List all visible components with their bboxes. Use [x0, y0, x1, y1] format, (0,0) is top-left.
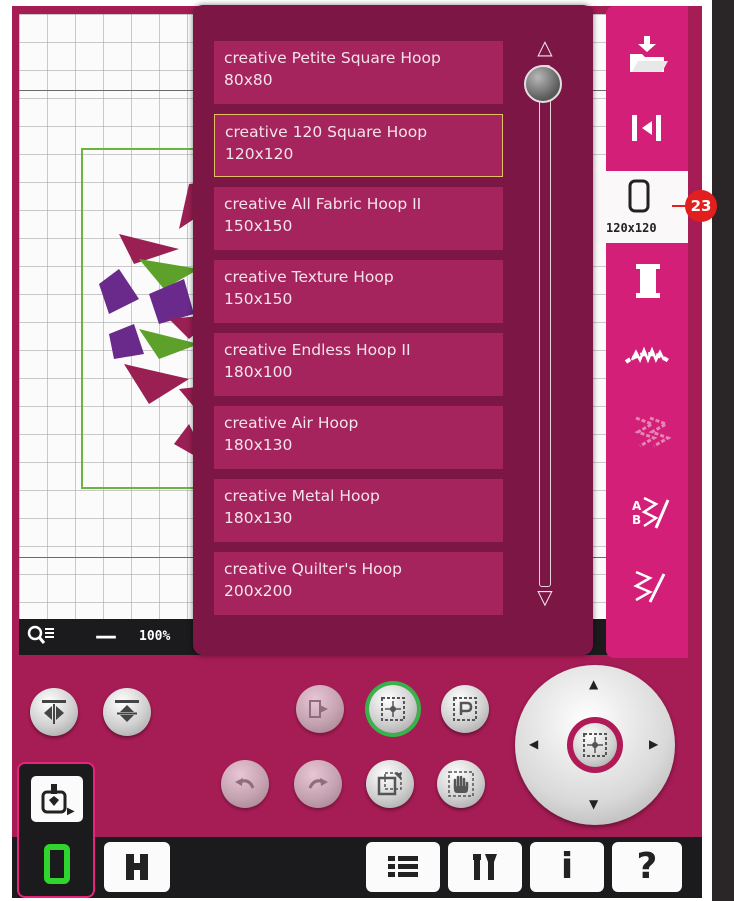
- svg-text:B: B: [632, 513, 641, 527]
- stitch-out-icon: [634, 416, 672, 448]
- tools-button[interactable]: [448, 842, 522, 892]
- wheel-center-button[interactable]: [567, 717, 623, 773]
- hoop-name: creative Metal Hoop: [224, 487, 380, 505]
- svg-text:▶: ▶: [67, 806, 75, 817]
- hoop-list-item[interactable]: creative All Fabric Hoop II 150x150: [214, 187, 503, 250]
- settings-menu-button[interactable]: [104, 842, 170, 892]
- list-button[interactable]: [366, 842, 440, 892]
- status-indicator: [44, 844, 70, 884]
- move-to-arm-button[interactable]: [296, 685, 344, 733]
- hoop-size: 150x150: [224, 217, 293, 235]
- tools-icon: [473, 854, 497, 880]
- right-edge-rail: [712, 0, 734, 901]
- arrow-up-icon[interactable]: ▲: [589, 677, 598, 691]
- redo-icon: [308, 778, 328, 789]
- hoop-name: creative All Fabric Hoop II: [224, 195, 422, 213]
- hoop-list-item-selected[interactable]: creative 120 Square Hoop 120x120: [214, 114, 503, 177]
- hoop-name: creative Air Hoop: [224, 414, 359, 432]
- list-icon: [388, 856, 418, 877]
- hoop-selection-popup: creative Petite Square Hoop 80x80 creati…: [193, 5, 593, 655]
- hoop-name: creative 120 Square Hoop: [225, 123, 428, 141]
- resize-icon: [377, 772, 402, 796]
- stitch-edit-icon[interactable]: [622, 562, 674, 612]
- scrollbar-track[interactable]: [539, 65, 551, 587]
- hoop-list-item[interactable]: creative Quilter's Hoop 200x200: [214, 552, 503, 615]
- mirror-vertical-button[interactable]: [103, 688, 151, 736]
- hoop-list-item[interactable]: creative Metal Hoop 180x130: [214, 479, 503, 542]
- svg-text:A: A: [632, 499, 642, 513]
- open-folder-icon[interactable]: [622, 32, 674, 82]
- thread-spool-icon[interactable]: [622, 256, 674, 306]
- hoop-size: 180x100: [224, 363, 293, 381]
- hoop-list-item[interactable]: creative Air Hoop 180x130: [214, 406, 503, 469]
- move-to-arm-icon: [309, 700, 328, 718]
- callout-badge: 23: [685, 190, 717, 222]
- info-icon: i: [560, 846, 574, 887]
- hoop-list-item[interactable]: creative Texture Hoop 150x150: [214, 260, 503, 323]
- presser-foot-icon: [126, 854, 148, 880]
- position-wheel[interactable]: ▲ ▼ ◀ ▶: [515, 665, 675, 825]
- hoop-icon: [628, 179, 650, 213]
- hoop-list-item[interactable]: creative Petite Square Hoop 80x80: [214, 41, 503, 104]
- ab-stitch-icon[interactable]: A B: [622, 488, 674, 538]
- hoop-list-item[interactable]: creative Endless Hoop II 180x100: [214, 333, 503, 396]
- scroll-up-icon[interactable]: △: [525, 37, 565, 57]
- scrollbar-thumb[interactable]: [524, 65, 562, 103]
- park-position-button[interactable]: [441, 685, 489, 733]
- scroll-down-icon[interactable]: ▽: [525, 587, 565, 607]
- park-position-icon: [453, 697, 477, 721]
- zoom-minus-icon[interactable]: —: [95, 626, 117, 648]
- hoop-mode-button[interactable]: ▶: [31, 776, 83, 822]
- info-button[interactable]: i: [530, 842, 604, 892]
- undo-button[interactable]: [221, 760, 269, 808]
- hoop-size-label: 120x120: [606, 221, 657, 235]
- hoop-size: 180x130: [224, 436, 293, 454]
- embroidery-hoop-icon: ▶: [41, 784, 75, 817]
- hoop-size: 120x120: [225, 145, 294, 163]
- zoom-level: 100%: [139, 629, 171, 644]
- hoop-name: creative Texture Hoop: [224, 268, 394, 286]
- mirror-vertical-icon: [115, 700, 139, 722]
- embroidery-mode-panel[interactable]: ▶: [17, 762, 95, 898]
- arrow-right-icon[interactable]: ▶: [649, 737, 658, 751]
- hoop-size: 150x150: [224, 290, 293, 308]
- hand-icon: [448, 771, 474, 797]
- arrow-down-icon[interactable]: ▼: [589, 797, 598, 811]
- zoom-search-icon[interactable]: [27, 625, 55, 649]
- hoop-selection-tab[interactable]: 120x120: [592, 171, 688, 243]
- mirror-horizontal-button[interactable]: [30, 688, 78, 736]
- hoop-name: creative Endless Hoop II: [224, 341, 411, 359]
- hoop-size: 200x200: [224, 582, 293, 600]
- move-to-center-button[interactable]: [369, 685, 417, 733]
- design-edges-icon[interactable]: [622, 330, 674, 380]
- hoop-name: creative Petite Square Hoop: [224, 49, 441, 67]
- redo-button[interactable]: [294, 760, 342, 808]
- hoop-name: creative Quilter's Hoop: [224, 560, 402, 578]
- hoop-center-icon: [381, 697, 405, 721]
- help-icon: ?: [636, 846, 658, 887]
- resize-button[interactable]: [366, 760, 414, 808]
- hoop-center-icon: [583, 733, 607, 757]
- arrow-left-icon[interactable]: ◀: [529, 737, 538, 751]
- pan-button[interactable]: [437, 760, 485, 808]
- undo-icon: [235, 778, 255, 789]
- help-button[interactable]: ?: [612, 842, 682, 892]
- mirror-horizontal-icon: [42, 700, 66, 724]
- hoop-size: 180x130: [224, 509, 293, 527]
- hoop-size: 80x80: [224, 71, 273, 89]
- hoop-position-icon[interactable]: [622, 103, 674, 153]
